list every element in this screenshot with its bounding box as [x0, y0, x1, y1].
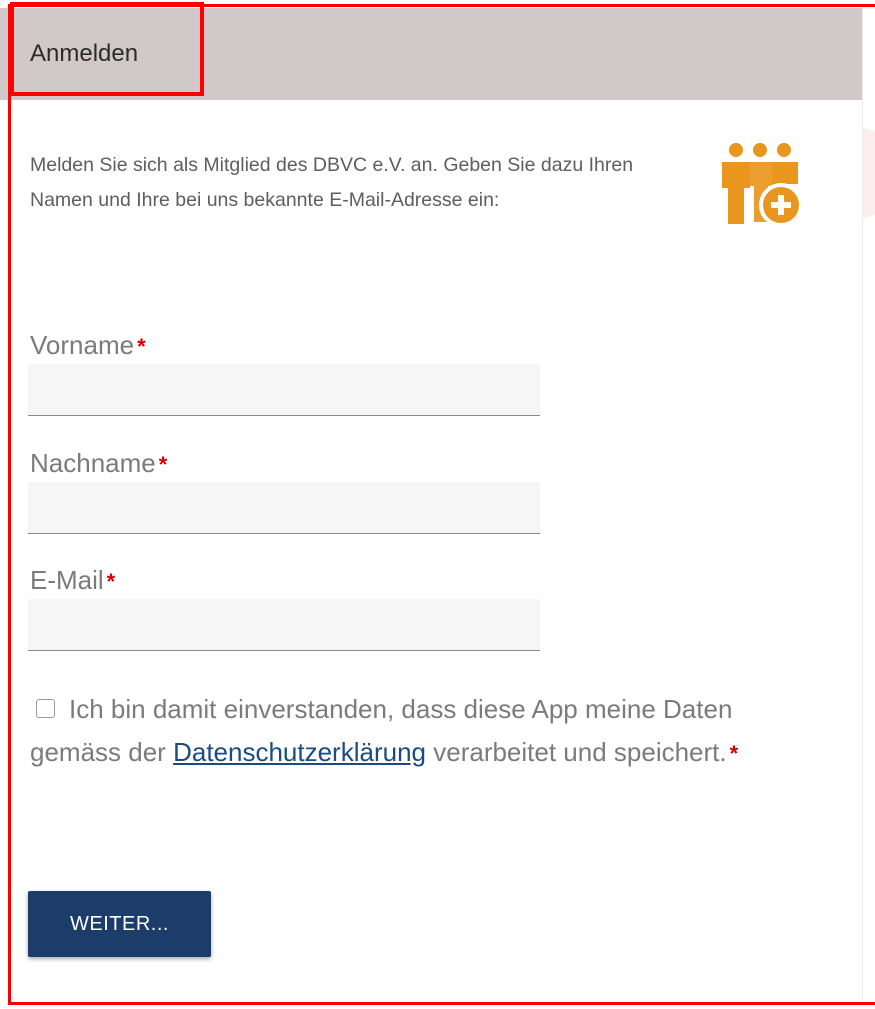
lastname-input[interactable] — [28, 482, 540, 534]
panel-header: Anmelden — [0, 8, 862, 100]
firstname-label-text: Vorname — [30, 330, 135, 360]
login-panel: Anmelden Melden Sie sich als Mitglied de… — [0, 8, 863, 1003]
firstname-input[interactable] — [28, 364, 540, 416]
consent-text-after: verarbeitet und speichert. — [433, 737, 727, 767]
required-marker: * — [158, 452, 168, 477]
required-marker: * — [729, 741, 739, 766]
next-button[interactable]: WEITER... — [28, 891, 211, 957]
privacy-policy-link[interactable]: Datenschutzerklärung — [173, 737, 426, 767]
email-label-text: E-Mail — [30, 565, 104, 595]
firstname-label: Vorname * — [30, 330, 146, 361]
email-input[interactable] — [28, 599, 540, 651]
required-marker: * — [106, 569, 116, 594]
group-add-icon — [722, 143, 803, 227]
consent-checkbox[interactable] — [36, 698, 55, 718]
page: A Anmelden Melden Sie sich als Mitglied … — [0, 0, 875, 1009]
consent-block: Ich bin damit einverstanden, dass diese … — [30, 688, 790, 775]
lastname-label-text: Nachname — [30, 448, 156, 478]
intro-text: Melden Sie sich als Mitglied des DBVC e.… — [30, 154, 634, 211]
email-label: E-Mail * — [30, 565, 115, 596]
panel-title: Anmelden — [30, 40, 139, 67]
required-marker: * — [137, 334, 146, 359]
lastname-label: Nachname * — [30, 448, 167, 479]
